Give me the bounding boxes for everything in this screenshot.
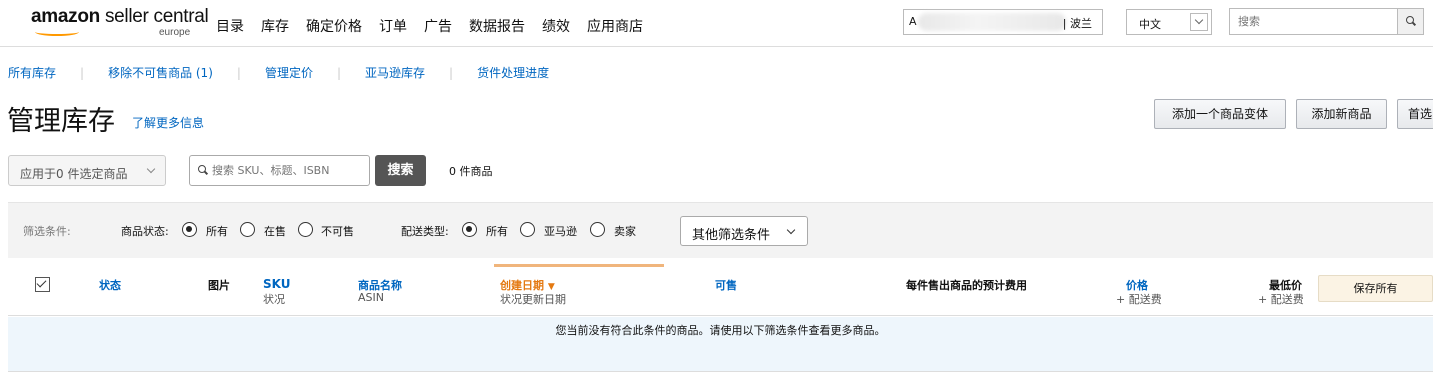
- add-variation-button[interactable]: 添加一个商品变体: [1154, 99, 1286, 129]
- fulfillment-merchant-label[interactable]: 卖家: [614, 223, 636, 239]
- fulfillment-all-label[interactable]: 所有: [486, 223, 508, 239]
- global-search: [1229, 8, 1424, 35]
- nav-performance[interactable]: 绩效: [542, 16, 570, 36]
- subnav-divider: |: [449, 65, 454, 80]
- add-product-button[interactable]: 添加新商品: [1296, 99, 1387, 129]
- column-status-updated: 状况更新日期: [500, 293, 566, 306]
- column-price-sub: + 配送费: [1116, 293, 1162, 306]
- status-all-label[interactable]: 所有: [206, 223, 228, 239]
- top-navigation: amazon seller central europe 目录 库存 确定价格 …: [0, 0, 1433, 47]
- logo-brand: amazon: [31, 6, 100, 27]
- account-region: | 波兰: [1062, 17, 1092, 30]
- subnav-manage-pricing[interactable]: 管理定价: [265, 64, 313, 81]
- nav-advertising[interactable]: 广告: [424, 16, 452, 36]
- logo-product: seller central: [104, 6, 209, 27]
- subnav-divider: |: [336, 65, 341, 80]
- chevron-down-icon: [786, 225, 796, 235]
- nav-reports[interactable]: 数据报告: [469, 16, 525, 36]
- subnav-amazon-inventory[interactable]: 亚马逊库存: [365, 64, 425, 81]
- seller-central-logo[interactable]: amazon seller central europe: [31, 6, 209, 38]
- inventory-table-header: 状态 图片 SKU 状况 商品名称 ASIN 创建日期 ▼ 状况更新日期 可售 …: [8, 264, 1433, 316]
- subnav-remove-unfulfillable[interactable]: 移除不可售商品 (1): [108, 64, 213, 81]
- inventory-search-input[interactable]: [212, 156, 367, 185]
- status-active-label[interactable]: 在售: [264, 223, 286, 239]
- status-filter-label: 商品状态:: [121, 225, 169, 238]
- save-all-button[interactable]: 保存所有: [1318, 275, 1433, 302]
- column-available[interactable]: 可售: [715, 277, 737, 293]
- column-sku-sub: 状况: [263, 293, 285, 306]
- search-icon: [198, 165, 208, 175]
- subnav-all-inventory[interactable]: 所有库存: [8, 64, 56, 81]
- inventory-search: [189, 155, 370, 186]
- logo-region: europe: [159, 27, 191, 38]
- subnav-divider: |: [80, 65, 85, 80]
- result-count: 0 件商品: [449, 165, 493, 178]
- bulk-action-value: 应用于0 件选定商品: [20, 167, 128, 181]
- status-inactive-radio[interactable]: [298, 222, 313, 237]
- inventory-subnav: 所有库存 | 移除不可售商品 (1) | 管理定价 | 亚马逊库存 | 货件处理…: [8, 64, 549, 81]
- subnav-divider: |: [236, 65, 241, 80]
- column-asin: ASIN: [358, 291, 384, 304]
- status-all-radio[interactable]: [182, 222, 197, 237]
- search-button[interactable]: 搜索: [375, 155, 426, 186]
- nav-orders[interactable]: 订单: [379, 16, 407, 36]
- more-filters-dropdown[interactable]: 其他筛选条件: [680, 216, 808, 246]
- more-filters-label: 其他筛选条件: [692, 228, 771, 243]
- chevron-down-icon: [146, 164, 156, 174]
- language-value: 中文: [1139, 18, 1161, 31]
- nav-appstore[interactable]: 应用商店: [587, 16, 643, 36]
- nav-catalog[interactable]: 目录: [216, 16, 244, 36]
- column-status[interactable]: 状态: [99, 277, 121, 293]
- learn-more-link[interactable]: 了解更多信息: [132, 114, 204, 131]
- select-all-checkbox[interactable]: [35, 277, 50, 292]
- page-title: 管理库存: [7, 106, 115, 137]
- status-active-radio[interactable]: [240, 222, 255, 237]
- main-nav: 目录 库存 确定价格 订单 广告 数据报告 绩效 应用商店: [216, 16, 660, 36]
- subnav-shipment-progress[interactable]: 货件处理进度: [477, 64, 549, 81]
- account-switcher[interactable]: A | 波兰: [903, 9, 1103, 35]
- filter-label: 筛选条件:: [23, 225, 71, 238]
- sorted-column-indicator: [494, 264, 664, 267]
- fulfillment-amazon-radio[interactable]: [520, 222, 535, 237]
- status-inactive-label[interactable]: 不可售: [321, 223, 354, 239]
- global-search-input[interactable]: [1230, 9, 1398, 34]
- column-sku[interactable]: SKU: [263, 277, 290, 291]
- fulfillment-amazon-label[interactable]: 亚马逊: [544, 223, 577, 239]
- empty-results-row: 您当前没有符合此条件的商品。请使用以下筛选条件查看更多商品。: [8, 317, 1433, 372]
- chevron-down-icon[interactable]: [1190, 13, 1208, 31]
- empty-results-message: 您当前没有符合此条件的商品。请使用以下筛选条件查看更多商品。: [555, 324, 886, 337]
- preferences-button[interactable]: 首选: [1397, 99, 1433, 129]
- global-search-button[interactable]: [1397, 9, 1423, 34]
- account-name: A: [909, 15, 917, 28]
- nav-pricing[interactable]: 确定价格: [306, 16, 362, 36]
- bulk-action-select[interactable]: 应用于0 件选定商品: [8, 155, 166, 186]
- fulfillment-all-radio[interactable]: [462, 222, 477, 237]
- fulfillment-filter-label: 配送类型:: [401, 225, 449, 238]
- logo-smile-icon: [35, 28, 79, 36]
- column-lowest-price-sub: + 配送费: [1258, 293, 1304, 306]
- nav-inventory[interactable]: 库存: [261, 16, 289, 36]
- search-icon: [1406, 16, 1416, 26]
- account-name-redacted: [918, 13, 1066, 31]
- column-estimated-fee: 每件售出商品的预计费用: [906, 279, 1027, 292]
- fulfillment-merchant-radio[interactable]: [590, 222, 605, 237]
- language-select[interactable]: 中文: [1126, 9, 1212, 35]
- filter-bar: 筛选条件: 商品状态: 所有 在售 不可售 配送类型: 所有 亚马逊 卖家 其他…: [8, 202, 1433, 258]
- column-image: 图片: [208, 279, 230, 292]
